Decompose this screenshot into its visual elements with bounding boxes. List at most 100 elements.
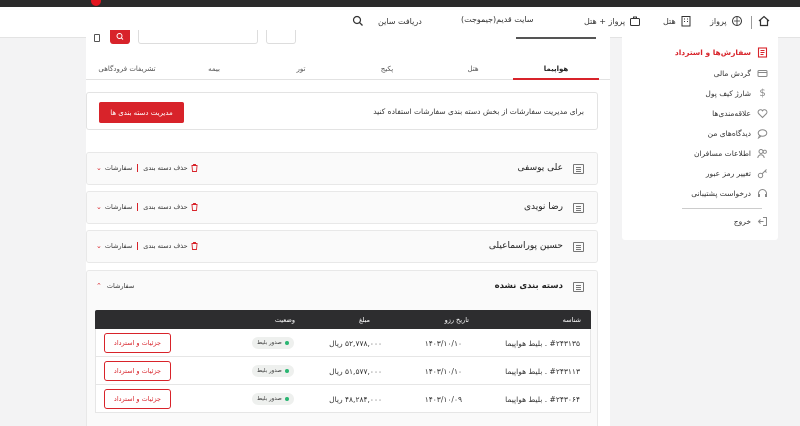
order-type-tabs: هواپیما هتل پکیج تور بیمه تشریفات فرودگا…: [86, 60, 610, 80]
sidebar-item-logout[interactable]: خروج: [734, 216, 768, 227]
category-card: رضا نویدی حذف دسته بندی سفارشات ⌄: [86, 191, 598, 224]
receipt-icon: [757, 47, 768, 58]
nav-flight-hotel-label: پرواز + هتل: [584, 16, 626, 26]
sidebar-divider: [682, 208, 762, 209]
details-refund-button[interactable]: جزئیات و استرداد: [104, 361, 171, 381]
nav-flight[interactable]: پرواز: [710, 15, 743, 27]
sidebar-item-favorites[interactable]: علاقه‌مندی‌ها: [712, 108, 768, 119]
search-icon[interactable]: [352, 15, 364, 27]
status-label: صدور بلیط: [257, 396, 282, 402]
sidebar-item-label: درخواست پشتیبانی: [691, 189, 751, 198]
chevron-down-icon: ⌄: [96, 242, 102, 250]
order-amount: ۴۸,۲۸۴,۰۰۰ ریال: [329, 395, 382, 404]
sidebar-item-reviews[interactable]: دیدگاه‌های من: [708, 128, 768, 139]
list-icon: [573, 203, 584, 213]
category-card: علی یوسفی حذف دسته بندی سفارشات ⌄: [86, 152, 598, 185]
calendar-icon[interactable]: [94, 34, 100, 42]
list-icon: [573, 282, 584, 292]
tab-hotel[interactable]: هتل: [458, 65, 488, 73]
nav-receive-app[interactable]: دریافت ساین: [352, 15, 422, 27]
orders-toggle[interactable]: سفارشات ⌄: [96, 242, 132, 250]
uncategorized-card: دسته بندی نشده سفارشات ⌃ شناسه تاریخ رزو…: [86, 270, 598, 426]
action-divider: [137, 164, 139, 172]
logout-icon: [757, 216, 768, 227]
orders-table: شناسه تاریخ رزو مبلغ وضعیت #۲۴۳۱۳۵ . بلی…: [95, 310, 591, 413]
sidebar-item-wallet[interactable]: $ شارژ کیف پول: [705, 88, 768, 99]
order-date: ۱۴۰۳/۱۰/۱۰: [424, 367, 462, 376]
orders-toggle-label: سفارشات: [104, 242, 133, 250]
sidebar-item-passengers[interactable]: اطلاعات مسافران: [694, 148, 768, 159]
delete-category-button[interactable]: حذف دسته بندی: [143, 242, 198, 250]
nav-hotel[interactable]: هتل: [663, 15, 692, 27]
sidebar-item-transactions[interactable]: گردش مالی: [714, 68, 768, 79]
sidebar-item-password[interactable]: تغییر رمز عبور: [706, 168, 768, 179]
details-refund-button[interactable]: جزئیات و استرداد: [104, 389, 171, 409]
status-dot: [284, 369, 289, 373]
header-amount: مبلغ: [358, 316, 370, 324]
order-amount: ۵۱,۵۷۷,۰۰۰ ریال: [329, 367, 382, 376]
tab-insurance[interactable]: بیمه: [199, 65, 229, 73]
table-row: #۲۴۳۱۳۵ . بلیط هواپیما ۱۴۰۳/۱۰/۱۰ ۵۲,۷۷۸…: [95, 329, 591, 357]
category-info-box: برای مدیریت سفارشات از بخش دسته بندی سفا…: [86, 92, 598, 130]
chevron-up-icon: ⌃: [96, 282, 102, 290]
delete-category-button[interactable]: حذف دسته بندی: [143, 164, 198, 172]
filter-input[interactable]: [266, 30, 296, 44]
chevron-down-icon: ⌄: [96, 203, 102, 211]
nav-old-site[interactable]: سایت قدیم(جیموجت): [461, 15, 534, 24]
building-icon: [680, 15, 692, 27]
table-row: #۲۴۳۱۱۳ . بلیط هواپیما ۱۴۰۳/۱۰/۱۰ ۵۱,۵۷۷…: [95, 357, 591, 385]
category-info-text: برای مدیریت سفارشات از بخش دسته بندی سفا…: [373, 107, 584, 116]
orders-toggle[interactable]: سفارشات ⌄: [96, 203, 132, 211]
order-date: ۱۴۰۳/۱۰/۱۰: [424, 339, 462, 348]
tab-airport-services[interactable]: تشریفات فرودگاهی: [92, 65, 162, 73]
nav-receive-app-label: دریافت ساین: [378, 16, 422, 26]
top-strip: [0, 0, 800, 7]
list-icon: [573, 164, 584, 174]
nav-old-site-label: سایت قدیم(جیموجت): [461, 15, 534, 24]
search-input[interactable]: [138, 30, 258, 44]
sidebar-item-orders[interactable]: سفارش‌ها و استرداد: [675, 47, 768, 58]
dollar-icon: $: [759, 88, 766, 99]
delete-category-button[interactable]: حذف دسته بندی: [143, 203, 198, 211]
status-badge: صدور بلیط: [252, 365, 294, 377]
search-row: [86, 30, 610, 54]
plane-globe-icon: [731, 15, 743, 27]
orders-toggle-label: سفارشات: [104, 203, 133, 211]
search-button[interactable]: [110, 30, 130, 44]
manage-categories-button[interactable]: مدیریت دسته بندی ها: [99, 102, 184, 123]
status-label: صدور بلیط: [257, 368, 282, 374]
trash-icon: [191, 164, 198, 172]
nav-flight-label: پرواز: [710, 16, 727, 26]
category-name: علی یوسفی: [517, 163, 563, 173]
sidebar-item-support[interactable]: درخواست پشتیبانی: [691, 188, 768, 199]
category-name: دسته بندی نشده: [494, 281, 563, 291]
header-date: تاریخ رزو: [444, 316, 469, 324]
tab-tour[interactable]: تور: [286, 65, 316, 73]
tab-package[interactable]: پکیج: [372, 65, 402, 73]
action-divider: [137, 242, 139, 250]
status-label: صدور بلیط: [257, 340, 282, 346]
orders-panel: هواپیما هتل پکیج تور بیمه تشریفات فرودگا…: [86, 30, 610, 426]
table-row: #۲۴۳۰۶۴ . بلیط هواپیما ۱۴۰۳/۱۰/۰۹ ۴۸,۲۸۴…: [95, 385, 591, 413]
details-refund-button[interactable]: جزئیات و استرداد: [104, 333, 171, 353]
sidebar-item-label: دیدگاه‌های من: [707, 129, 751, 138]
suitcase-icon: [629, 15, 641, 27]
record-dot: [91, 0, 101, 6]
sidebar-item-label: گردش مالی: [713, 69, 751, 78]
key-icon: [757, 168, 768, 179]
sidebar-item-label: علاقه‌مندی‌ها: [712, 109, 751, 118]
home-link[interactable]: [758, 15, 770, 27]
status-badge: صدور بلیط: [252, 337, 294, 349]
tab-flight[interactable]: هواپیما: [534, 65, 578, 73]
header-id: شناسه: [562, 316, 581, 324]
orders-toggle[interactable]: سفارشات ⌃: [96, 282, 134, 290]
orders-toggle[interactable]: سفارشات ⌄: [96, 164, 132, 172]
category-actions: حذف دسته بندی سفارشات ⌄: [96, 164, 198, 172]
nav-flight-hotel[interactable]: پرواز + هتل: [584, 15, 641, 27]
list-icon: [573, 242, 584, 252]
card-icon: [757, 68, 768, 79]
chat-icon: [757, 128, 768, 139]
account-sidebar: سفارش‌ها و استرداد گردش مالی $ شارژ کیف …: [622, 34, 778, 240]
orders-toggle-label: سفارشات: [104, 164, 133, 172]
section-heading-fragment: [516, 32, 596, 40]
